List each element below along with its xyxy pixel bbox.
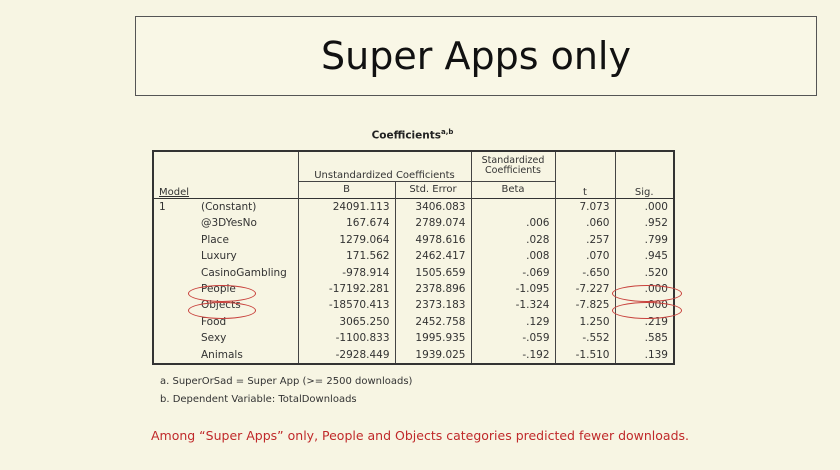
- cell-beta: -.192: [470, 346, 555, 364]
- header-sig: Sig.: [614, 151, 674, 199]
- cell-se: 3406.083: [394, 198, 471, 216]
- cell-se: 2462.417: [394, 248, 471, 265]
- cell-t: -1.510: [554, 346, 615, 364]
- cell-t: .070: [554, 248, 615, 265]
- cell-beta: -.059: [470, 330, 555, 347]
- header-std-error: Std. Error: [394, 181, 471, 199]
- cell-t: .060: [554, 215, 615, 232]
- header-beta: Beta: [470, 181, 555, 199]
- header-b: B: [297, 181, 395, 199]
- cell-se: 2452.758: [394, 313, 471, 331]
- cell-b: -18570.413: [297, 297, 395, 314]
- cell-b: -978.914: [297, 264, 395, 281]
- header-standardized: Standardized Coefficients: [470, 151, 555, 182]
- cell-sig: .139: [614, 346, 674, 364]
- cell-b: -2928.449: [297, 346, 395, 364]
- cell-t: -7.227: [554, 280, 615, 298]
- cell-se: 4978.616: [394, 231, 471, 249]
- cell-var: Place: [201, 233, 229, 246]
- table-row: Animals -2928.449 1939.025 -.192 -1.510.139: [153, 346, 674, 364]
- cell-t: 7.073: [554, 198, 615, 216]
- cell-b: 3065.250: [297, 313, 395, 331]
- cell-model: [153, 314, 201, 330]
- cell-sig: .945: [614, 248, 674, 265]
- cell-se: 2789.074: [394, 215, 471, 232]
- header-unstandardized: Unstandardized Coefficients: [297, 151, 471, 182]
- cell-se: 2373.183: [394, 297, 471, 314]
- cell-b: 167.674: [297, 215, 395, 232]
- cell-var: Animals: [201, 348, 243, 361]
- footnote-b: b. Dependent Variable: TotalDownloads: [160, 394, 357, 405]
- cell-b: 1279.064: [297, 231, 395, 249]
- table-row: 1 (Constant) 24091.113 3406.083 7.073.000: [153, 198, 674, 216]
- highlight-ellipse-people: [188, 285, 256, 302]
- caption-sup: a,b: [441, 128, 454, 136]
- cell-se: 2378.896: [394, 280, 471, 298]
- cell-var: (Constant): [201, 201, 257, 214]
- cell-se: 1505.659: [394, 264, 471, 281]
- cell-beta: .008: [470, 248, 555, 265]
- cell-model: [153, 346, 201, 363]
- cell-model: [153, 215, 201, 231]
- header-t: t: [554, 151, 615, 199]
- cell-beta: .028: [470, 231, 555, 249]
- cell-model: 1: [159, 201, 166, 214]
- cell-beta: -1.095: [470, 280, 555, 298]
- cell-beta: -.069: [470, 264, 555, 281]
- header-model: Model: [159, 186, 190, 198]
- table-row: Luxury 171.562 2462.417.008.070.945: [153, 248, 674, 265]
- coefficients-table: Model Unstandardized Coefficients Standa…: [152, 150, 675, 365]
- caption-text: Coefficients: [371, 129, 442, 142]
- cell-model: [153, 232, 201, 248]
- cell-beta: -1.324: [470, 297, 555, 314]
- cell-beta: .006: [470, 215, 555, 232]
- footnote-a: a. SuperOrSad = Super App (>= 2500 downl…: [160, 376, 413, 387]
- conclusion-text: Among “Super Apps” only, People and Obje…: [150, 428, 690, 443]
- highlight-ellipse-objects: [188, 302, 256, 319]
- cell-var: @3DYesNo: [201, 217, 257, 230]
- cell-beta: [470, 198, 555, 216]
- cell-sig: .585: [614, 330, 674, 347]
- cell-b: 24091.113: [297, 198, 395, 216]
- cell-sig: .520: [614, 264, 674, 281]
- cell-t: -.650: [554, 264, 615, 281]
- cell-b: 171.562: [297, 248, 395, 265]
- slide-title-box: Super Apps only: [135, 16, 817, 96]
- cell-beta: .129: [470, 313, 555, 331]
- cell-t: 1.250: [554, 313, 615, 331]
- table-row: @3DYesNo 167.674 2789.074.006.060.952: [153, 215, 674, 232]
- cell-model: [153, 248, 201, 264]
- cell-var: Sexy: [201, 332, 227, 345]
- cell-se: 1939.025: [394, 346, 471, 364]
- cell-model: [153, 330, 201, 346]
- cell-t: -.552: [554, 330, 615, 347]
- cell-model: [153, 264, 201, 280]
- table-row: Place 1279.064 4978.616.028.257.799: [153, 231, 674, 249]
- highlight-ellipse-objects-sig: [612, 302, 682, 319]
- table-row: Sexy -1100.833 1995.935 -.059 -.552.585: [153, 330, 674, 347]
- highlight-ellipse-people-sig: [612, 285, 682, 302]
- cell-sig: .000: [614, 198, 674, 216]
- cell-sig: .799: [614, 231, 674, 249]
- cell-t: -7.825: [554, 297, 615, 314]
- cell-b: -1100.833: [297, 330, 395, 347]
- cell-b: -17192.281: [297, 280, 395, 298]
- table-row: CasinoGambling -978.914 1505.659 -.069 -.650…: [153, 264, 674, 281]
- table-caption: Coefficientsa,b: [152, 128, 673, 142]
- cell-var: CasinoGambling: [201, 266, 287, 279]
- cell-sig: .952: [614, 215, 674, 232]
- slide-title: Super Apps only: [321, 34, 631, 78]
- cell-se: 1995.935: [394, 330, 471, 347]
- cell-t: .257: [554, 231, 615, 249]
- cell-var: Luxury: [201, 250, 237, 263]
